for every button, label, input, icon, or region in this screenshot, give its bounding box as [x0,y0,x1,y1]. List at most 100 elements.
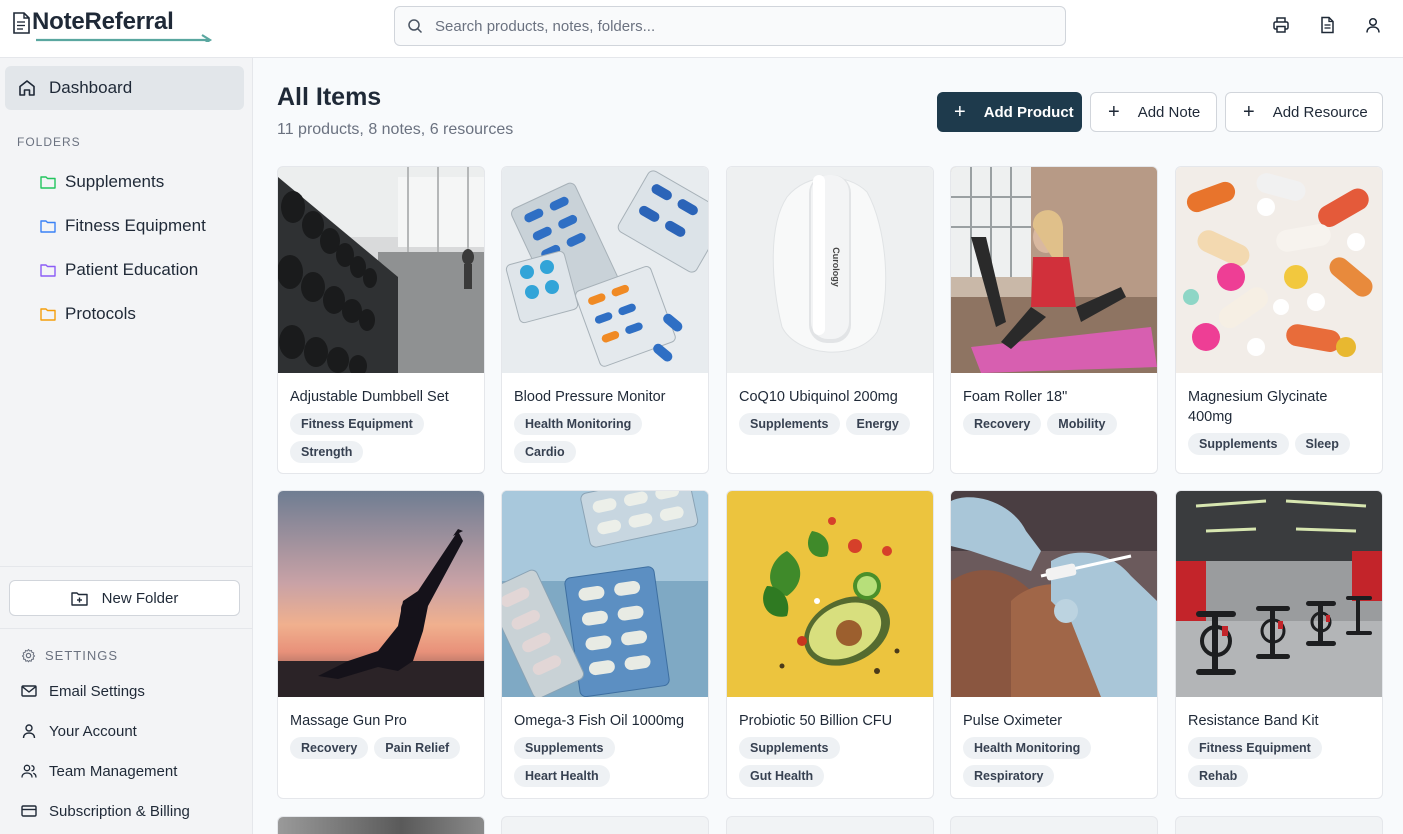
add-resource-label: Add Resource [1272,103,1368,121]
folder-icon [40,264,56,277]
item-card[interactable] [277,816,485,834]
document-logo-icon [13,12,30,34]
tag[interactable]: Gut Health [739,765,825,787]
settings-item-team[interactable]: Team Management [21,759,177,783]
folder-label: Protocols [65,304,136,323]
add-product-label: Add Product [983,103,1074,121]
tag[interactable]: Supplements [514,737,615,759]
folder-supplements[interactable]: Supplements [40,168,164,196]
tag-list: Fitness Equipment Strength [278,407,484,473]
document-icon[interactable] [1318,16,1336,34]
settings-heading-label: SETTINGS [45,648,119,663]
item-card[interactable]: Blood Pressure Monitor Health Monitoring… [501,166,709,474]
search-bar[interactable] [394,6,1066,46]
item-card[interactable] [501,816,709,834]
product-image [951,491,1157,697]
add-product-button[interactable]: + Add Product [937,92,1082,132]
user-icon[interactable] [1364,16,1382,34]
item-card[interactable]: Curology CoQ10 Ubiquinol 200mg Supplemen… [726,166,934,474]
item-card[interactable]: Foam Roller 18" Recovery Mobility [950,166,1158,474]
tag-list: Recovery Pain Relief [278,731,484,769]
tag[interactable]: Fitness Equipment [290,413,424,435]
mail-icon [21,685,37,697]
sidebar-item-dashboard[interactable]: Dashboard [5,66,244,110]
item-name: Probiotic 50 Billion CFU [739,713,893,729]
item-card[interactable]: Magnesium Glycinate 400mg Supplements Sl… [1175,166,1383,474]
tag[interactable]: Recovery [963,413,1042,435]
tag[interactable]: Supplements [1188,433,1289,455]
tag[interactable]: Strength [290,441,364,463]
home-icon [19,80,35,96]
item-card[interactable]: Resistance Band Kit Fitness Equipment Re… [1175,490,1383,799]
product-image [278,817,484,834]
tag-list: Health Monitoring Cardio [502,407,708,473]
users-icon [21,764,37,778]
item-card[interactable]: Pulse Oximeter Health Monitoring Respira… [950,490,1158,799]
tag[interactable]: Health Monitoring [514,413,643,435]
tag-list: Supplements Gut Health [727,731,933,797]
plus-icon: + [1108,101,1120,123]
tag-list: Supplements Sleep [1176,427,1382,465]
item-card[interactable] [950,816,1158,834]
item-card[interactable]: Adjustable Dumbbell Set Fitness Equipmen… [277,166,485,474]
tag[interactable]: Mobility [1047,413,1117,435]
page-subtitle: 11 products, 8 notes, 6 resources [277,121,514,138]
tag[interactable]: Health Monitoring [963,737,1092,759]
product-label-text: Curology [831,247,841,287]
product-image [727,491,933,697]
settings-heading: SETTINGS [21,648,118,663]
printer-icon[interactable] [1272,16,1290,34]
product-image [278,167,484,373]
plus-icon: + [954,101,966,123]
item-name: Magnesium Glycinate 400mg [1188,389,1328,425]
item-card[interactable]: Omega-3 Fish Oil 1000mg Supplements Hear… [501,490,709,799]
tag[interactable]: Cardio [514,441,576,463]
item-card[interactable] [1175,816,1383,834]
folder-icon [40,176,56,189]
folder-patient-education[interactable]: Patient Education [40,256,198,284]
tag[interactable]: Fitness Equipment [1188,737,1322,759]
logo-arrow-icon [36,34,213,42]
product-image [278,491,484,697]
folder-fitness-equipment[interactable]: Fitness Equipment [40,212,206,240]
settings-item-label: Your Account [49,722,137,740]
tag-list: Recovery Mobility [951,407,1157,445]
item-card[interactable] [726,816,934,834]
tag[interactable]: Pain Relief [374,737,461,759]
folder-protocols[interactable]: Protocols [40,300,136,328]
settings-item-email[interactable]: Email Settings [21,679,145,703]
product-image [502,167,708,373]
settings-item-account[interactable]: Your Account [21,719,137,743]
product-image: Curology [727,167,933,373]
folder-plus-icon [70,591,88,606]
app-logo[interactable]: NoteReferral [12,8,213,42]
plus-icon: + [1243,101,1255,123]
product-image [1176,167,1382,373]
item-card[interactable]: Probiotic 50 Billion CFU Supplements Gut… [726,490,934,799]
tag[interactable]: Sleep [1294,433,1350,455]
settings-item-billing[interactable]: Subscription & Billing [21,799,190,823]
tag[interactable]: Rehab [1188,765,1249,787]
settings-item-label: Subscription & Billing [49,802,190,820]
tag-list: Supplements Heart Health [502,731,708,797]
product-image [951,167,1157,373]
item-name: Blood Pressure Monitor [514,389,666,405]
folder-icon [40,308,56,321]
sidebar-item-label: Dashboard [49,78,133,97]
add-resource-button[interactable]: + Add Resource [1225,92,1383,132]
tag[interactable]: Respiratory [963,765,1055,787]
tag[interactable]: Heart Health [514,765,610,787]
settings-item-label: Email Settings [49,682,145,700]
tag[interactable]: Supplements [739,413,840,435]
folders-heading: FOLDERS [17,135,81,149]
page-title: All Items [277,83,382,111]
search-input[interactable] [435,17,1035,35]
item-card[interactable]: Massage Gun Pro Recovery Pain Relief [277,490,485,799]
top-header: NoteReferral [0,0,1403,58]
tag[interactable]: Recovery [290,737,369,759]
tag[interactable]: Energy [845,413,910,435]
add-note-button[interactable]: + Add Note [1090,92,1217,132]
tag[interactable]: Supplements [739,737,840,759]
product-image [1176,491,1382,697]
new-folder-button[interactable]: New Folder [9,580,240,616]
